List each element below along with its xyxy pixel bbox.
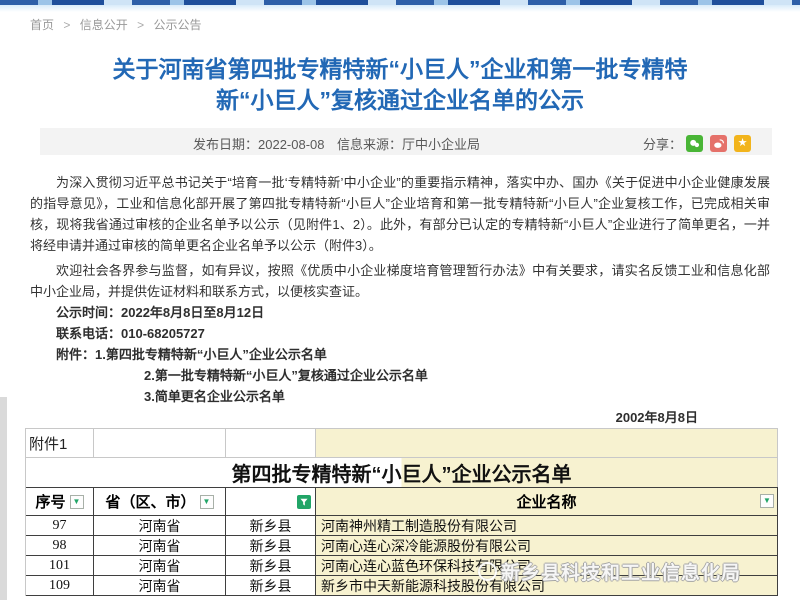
header-county [226, 487, 316, 516]
document-date: 2002年8月8日 [30, 407, 770, 428]
qzone-star-share-icon[interactable]: ★ [734, 135, 751, 152]
paragraph-1: 为深入贯彻习近平总书记关于“培育一批‘专精特新’中小企业”的重要指示精神，落实中… [30, 172, 770, 256]
info-source: 信息来源：厅中小企业局 [337, 134, 480, 153]
empty-cell [226, 428, 316, 458]
header-province-label: 省（区、市） [105, 491, 195, 512]
publish-date: 发布日期：2022-08-08 [193, 134, 325, 153]
cell-no: 109 [26, 576, 94, 596]
breadcrumb-info-disclosure[interactable]: 信息公开 [80, 18, 128, 32]
attachment-label: 附件1 [26, 428, 94, 458]
table-title: 第四批专精特新“小巨人”企业公示名单 [26, 458, 778, 487]
share-bar: 分享： ★ [643, 134, 751, 153]
attachment-table: 附件1 第四批专精特新“小巨人”企业公示名单 序号 ▼ 省（区、市） ▼ 企业名… [25, 428, 778, 596]
cell-company: 新乡市中天新能源科技股份有限公司 [316, 576, 778, 596]
attachment-label-row: 附件1 [26, 428, 778, 458]
breadcrumb-separator: > [63, 18, 70, 32]
breadcrumb-separator: > [137, 18, 144, 32]
left-gutter [0, 397, 7, 600]
filter-arrow-icon[interactable]: ▼ [200, 495, 214, 509]
cell-company: 河南神州精工制造股份有限公司 [316, 516, 778, 536]
table-header-row: 序号 ▼ 省（区、市） ▼ 企业名称 ▼ [26, 487, 778, 516]
filter-arrow-icon[interactable]: ▼ [70, 495, 84, 509]
header-no-label: 序号 [35, 491, 65, 512]
breadcrumb: 首页 > 信息公开 > 公示公告 [30, 16, 201, 33]
table-row: 109 河南省 新乡县 新乡市中天新能源科技股份有限公司 [26, 576, 778, 596]
cell-province: 河南省 [94, 516, 226, 536]
empty-cell [316, 428, 778, 458]
cell-no: 101 [26, 556, 94, 576]
paragraph-2: 欢迎社会各界参与监督，如有异议，按照《优质中小企业梯度培育管理暂行办法》中有关要… [30, 260, 770, 302]
top-nav-fade [0, 5, 800, 12]
cell-county: 新乡县 [226, 576, 316, 596]
page-title-line1: 关于河南省第四批专精特新“小巨人”企业和第一批专精特 [40, 54, 760, 85]
header-no: 序号 ▼ [26, 487, 94, 516]
header-company-label: 企业名称 [516, 491, 576, 512]
page-title-line2: 新“小巨人”复核通过企业名单的公示 [40, 85, 760, 116]
attachment-link-2[interactable]: 2.第一批专精特新“小巨人”复核通过企业公示名单 [30, 365, 770, 386]
share-label: 分享： [643, 134, 682, 153]
article-body: 为深入贯彻习近平总书记关于“培育一批‘专精特新’中小企业”的重要指示精神，落实中… [30, 172, 770, 428]
header-province: 省（区、市） ▼ [94, 487, 226, 516]
table-row: 101 河南省 新乡县 河南心连心蓝色环保科技有限公司 [26, 556, 778, 576]
cell-county: 新乡县 [226, 536, 316, 556]
cell-county: 新乡县 [226, 516, 316, 536]
table-row: 98 河南省 新乡县 河南心连心深冷能源股份有限公司 [26, 536, 778, 556]
header-company: 企业名称 ▼ [316, 487, 778, 516]
cell-province: 河南省 [94, 576, 226, 596]
empty-cell [94, 428, 226, 458]
filter-funnel-icon[interactable] [297, 495, 311, 509]
breadcrumb-announcements[interactable]: 公示公告 [153, 18, 201, 32]
cell-province: 河南省 [94, 536, 226, 556]
cell-no: 98 [26, 536, 94, 556]
page-title: 关于河南省第四批专精特新“小巨人”企业和第一批专精特 新“小巨人”复核通过企业名… [40, 54, 760, 116]
weibo-share-icon[interactable] [710, 135, 727, 152]
cell-county: 新乡县 [226, 556, 316, 576]
contact-phone: 联系电话：010-68205727 [30, 323, 770, 344]
publicity-time: 公示时间：2022年8月8日至8月12日 [30, 302, 770, 323]
cell-no: 97 [26, 516, 94, 536]
cell-company: 河南心连心蓝色环保科技有限公司 [316, 556, 778, 576]
breadcrumb-home[interactable]: 首页 [30, 18, 54, 32]
cell-province: 河南省 [94, 556, 226, 576]
filter-arrow-icon[interactable]: ▼ [760, 494, 774, 508]
cell-company: 河南心连心深冷能源股份有限公司 [316, 536, 778, 556]
table-row: 97 河南省 新乡县 河南神州精工制造股份有限公司 [26, 516, 778, 536]
wechat-share-icon[interactable] [686, 135, 703, 152]
attachment-link-3[interactable]: 3.简单更名企业公示名单 [30, 386, 770, 407]
attachment-link-1[interactable]: 附件：1.第四批专精特新“小巨人”企业公示名单 [30, 344, 770, 365]
